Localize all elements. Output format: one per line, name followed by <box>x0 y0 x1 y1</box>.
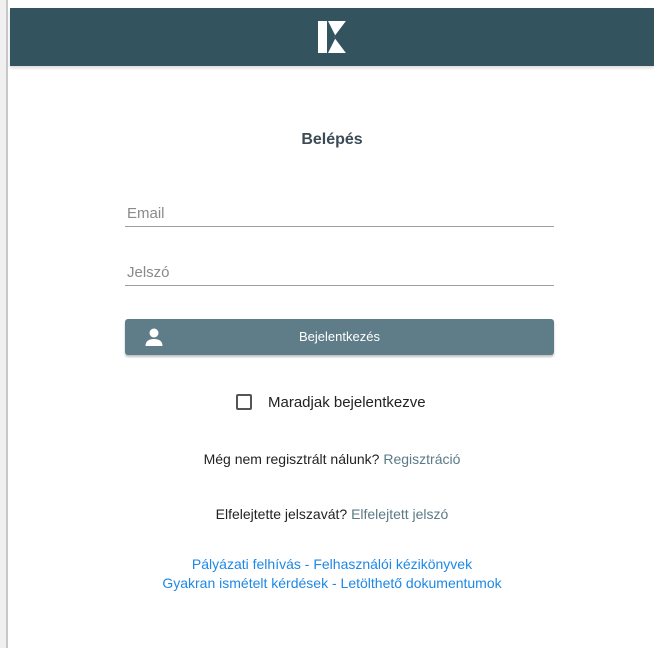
login-button-label: Bejelentkezés <box>299 329 380 344</box>
password-field-wrapper <box>125 261 556 286</box>
password-input[interactable] <box>125 261 556 283</box>
register-line: Még nem regisztrált nálunk? Regisztráció <box>10 451 654 467</box>
page-title: Belépés <box>301 131 363 148</box>
register-link[interactable]: Regisztráció <box>383 451 460 467</box>
top-edge <box>0 0 654 8</box>
forgot-password-link[interactable]: Elfelejtett jelszó <box>351 506 448 522</box>
page: Belépés Bejelentkezés Maradjak bejelentk… <box>0 0 654 648</box>
footer-separator: - <box>304 556 310 572</box>
left-edge <box>0 0 8 648</box>
faq-link[interactable]: Gyakran ismételt kérdések <box>162 575 328 591</box>
email-field-wrapper <box>125 202 556 227</box>
forgot-password-line: Elfelejtette jelszavát? Elfelejtett jels… <box>10 506 654 522</box>
remember-me-toggle[interactable]: Maradjak bejelentkezve <box>236 392 426 412</box>
user-manuals-link[interactable]: Felhasználói kézikönyvek <box>313 556 472 572</box>
forgot-password-prompt: Elfelejtette jelszavát? <box>215 506 348 522</box>
header-bar <box>10 8 654 66</box>
remember-me-label: Maradjak bejelentkezve <box>268 393 426 411</box>
downloadable-documents-link[interactable]: Letölthető dokumentumok <box>341 575 502 591</box>
email-input[interactable] <box>125 202 556 224</box>
k-logo-icon[interactable] <box>312 17 352 57</box>
footer-links-row-2: Gyakran ismételt kérdések - Letölthető d… <box>10 575 654 591</box>
tender-call-link[interactable]: Pályázati felhívás <box>192 556 301 572</box>
register-prompt: Még nem regisztrált nálunk? <box>203 451 380 467</box>
remember-me-checkbox[interactable] <box>236 394 252 410</box>
footer-separator: - <box>331 575 337 591</box>
footer-links-row-1: Pályázati felhívás - Felhasználói kézikö… <box>10 556 654 572</box>
login-button[interactable]: Bejelentkezés <box>125 319 554 355</box>
